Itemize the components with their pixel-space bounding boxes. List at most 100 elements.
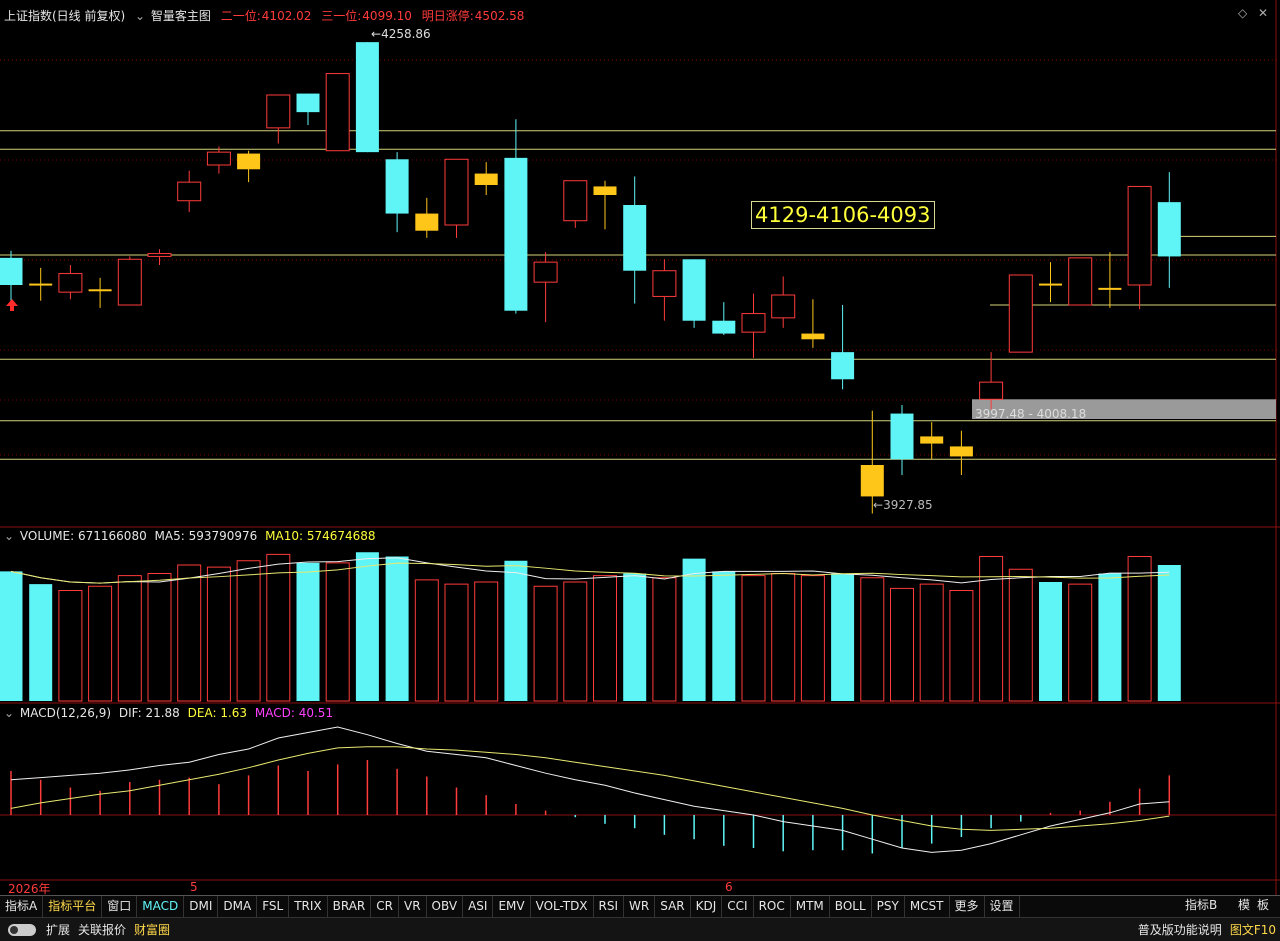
date-axis-may: 5 [190,880,198,894]
volume-ma10: MA10: 574674688 [265,529,376,543]
level3-label: 三一位: [321,9,362,23]
status-bar: 扩展 关联报价 财富圈 普及版功能说明 图文F10 [0,917,1280,941]
zone-label: 3997.48 - 4008.18 [975,407,1087,421]
template-button-1[interactable]: 模 [1238,895,1250,916]
toolbar-item-18[interactable]: KDJ [691,896,723,918]
volume-bar-33 [979,556,1004,702]
candle-body-39 [1157,202,1181,257]
diamond-icon[interactable]: ◇ [1238,6,1247,20]
volume-value: VOLUME: 671166080 [19,529,147,543]
toolbar-item-13[interactable]: EMV [493,896,531,918]
main-chart-header: 上证指数(日线 前复权) ⌄ 智量客主图 二一位:4102.02 三一位:409… [4,7,530,24]
volume-bar-26 [771,573,796,702]
toolbar-item-3[interactable]: MACD [137,896,185,918]
toolbar-item-14[interactable]: VOL-TDX [531,896,594,918]
candle-body-12 [355,42,379,153]
low-price-value: 3927.85 [883,498,933,512]
candle-body-28 [831,352,855,380]
candle-body-17 [504,157,528,311]
level3-value: 4099.10 [362,9,412,23]
chevron-down-icon[interactable]: ⌄ [135,9,145,23]
toolbar-item-7[interactable]: TRIX [289,896,328,918]
candle-body-29 [860,465,884,497]
template-button-2[interactable]: 板 [1257,895,1269,916]
macd-dif-line [10,726,1170,853]
toolbar-item-24[interactable]: MCST [905,896,950,918]
f10-button[interactable]: 图文F10 [1226,921,1280,938]
candle-body-6 [177,181,202,202]
volume-bar-11 [325,562,350,702]
volume-bar-3 [88,585,113,702]
symbol-title: 上证指数(日线 前复权) [4,9,126,23]
toolbar-item-9[interactable]: CR [371,896,399,918]
toolbar-item-16[interactable]: WR [624,896,656,918]
toolbar-item-2[interactable]: 窗口 [102,896,138,918]
volume-bar-25 [741,575,766,702]
candle-body-11 [325,73,350,152]
volume-bar-17 [504,560,528,701]
volume-bar-37 [1098,573,1122,701]
toolbar-item-5[interactable]: DMA [218,896,258,918]
toolbar-item-11[interactable]: OBV [427,896,464,918]
candle-body-20 [593,186,617,195]
volume-bar-24 [712,571,736,701]
volume-bar-21 [623,573,647,701]
toolbar-item-19[interactable]: CCI [722,896,754,918]
candle-body-9 [266,94,291,129]
candle-body-37 [1098,287,1122,290]
expand-button[interactable]: 扩展 [42,921,74,938]
toolbar-item-12[interactable]: ASI [463,896,494,918]
toolbar-item-23[interactable]: PSY [872,896,905,918]
candle-body-32 [949,446,973,457]
toolbar-item-21[interactable]: MTM [791,896,830,918]
toolbar-item-10[interactable]: VR [399,896,427,918]
indicator-name[interactable]: 智量客主图 [151,9,211,23]
toolbar-item-4[interactable]: DMI [184,896,219,918]
toolbar-item-25[interactable]: 更多 [950,896,985,918]
volume-bar-14 [414,579,439,702]
toolbar-item-17[interactable]: SAR [655,896,691,918]
toolbar-item-1[interactable]: 指标平台 [43,896,103,918]
help-button[interactable]: 普及版功能说明 [1134,921,1226,938]
chevron-down-icon[interactable]: ⌄ [4,706,14,720]
toolbar-item-20[interactable]: ROC [754,896,791,918]
volume-bar-38 [1127,556,1152,702]
arrow-up-icon [6,299,18,311]
date-axis-june: 6 [725,880,733,894]
close-icon[interactable]: ✕ [1258,6,1268,20]
volume-bar-29 [860,577,885,702]
volume-bar-22 [652,577,677,702]
macd-dea-line [10,746,1170,831]
toolbar-item-0[interactable]: 指标A [0,896,44,918]
candle-body-27 [801,333,825,340]
volume-bar-12 [355,552,379,701]
volume-ma5: MA5: 593790976 [154,529,258,543]
toolbar-item-22[interactable]: BOLL [830,896,872,918]
levels-box: 4129-4106-4093 [751,201,935,229]
wealth-circle-button[interactable]: 财富圈 [130,921,174,938]
toolbar-item-6[interactable]: FSL [257,896,290,918]
toolbar-item-8[interactable]: BRAR [328,896,372,918]
candle-body-7 [206,151,231,166]
candle-body-10 [296,93,320,113]
chevron-down-icon[interactable]: ⌄ [4,529,14,543]
level2-label: 二一位: [220,9,261,23]
low-price-label: ←3927.85 [873,498,933,512]
related-quotes-button[interactable]: 关联报价 [74,921,130,938]
candle-body-14 [415,213,439,231]
candle-body-34 [1008,274,1033,353]
toolbar-item-15[interactable]: RSI [594,896,625,918]
limit-value: 4502.58 [474,9,525,23]
limit-label: 明日涨停: [421,9,474,23]
volume-bar-16 [474,581,499,702]
macd-name: MACD(12,26,9) [19,706,112,720]
toolbar-item-26[interactable]: 设置 [985,896,1020,918]
macd-dea: DEA: 1.63 [187,706,248,720]
macd-macd: MACD: 40.51 [254,706,334,720]
volume-bar-31 [919,583,944,702]
indicator-b-button[interactable]: 指标B [1185,895,1217,916]
chart-canvas[interactable] [0,0,1280,895]
toggle-switch[interactable] [8,923,36,936]
volume-bar-30 [890,587,914,702]
volume-bar-39 [1157,565,1181,701]
